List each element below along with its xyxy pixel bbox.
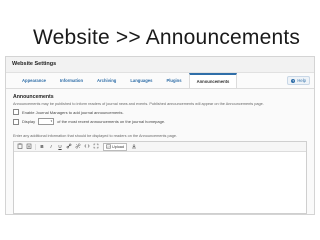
tab-languages[interactable]: Languages <box>123 73 159 88</box>
tab-announcements[interactable]: Announcements <box>188 73 238 88</box>
section-description: Announcements may be published to inform… <box>13 102 264 106</box>
website-settings-panel: Website Settings Appearance Information … <box>5 56 315 215</box>
fullscreen-icon[interactable] <box>92 143 100 150</box>
tab-information[interactable]: Information <box>53 73 90 88</box>
toolbar-divider <box>35 143 36 150</box>
tab-archiving[interactable]: Archiving <box>90 73 123 88</box>
image-icon <box>106 144 111 149</box>
upload-button[interactable]: Upload <box>103 142 128 151</box>
announcements-content: Announcements Announcements may be publi… <box>6 89 314 214</box>
underline-button[interactable]: U <box>56 143 64 150</box>
display-count-input[interactable]: ▾ <box>38 118 55 125</box>
panel-header: Website Settings <box>6 57 314 73</box>
display-suffix-label: of the most recent announcements on the … <box>57 119 166 124</box>
help-button[interactable]: ? Help <box>287 76 310 85</box>
enable-announcements-label: Enable Journal Managers to add journal a… <box>22 109 124 115</box>
enable-announcements-row: Enable Journal Managers to add journal a… <box>13 109 307 115</box>
rich-text-editor[interactable]: B I U Upload <box>13 141 307 214</box>
link-icon[interactable] <box>65 143 73 150</box>
additional-info-prompt: Enter any additional information that sh… <box>13 134 178 138</box>
help-label: Help <box>297 78 306 83</box>
tab-appearance[interactable]: Appearance <box>15 73 53 88</box>
display-count-row: Display ▾ of the most recent announcemen… <box>13 118 307 125</box>
clipboard-icon[interactable] <box>16 143 24 150</box>
unlink-icon[interactable] <box>74 143 82 150</box>
enable-announcements-checkbox[interactable] <box>13 109 19 115</box>
display-count-checkbox[interactable] <box>13 118 19 125</box>
help-icon: ? <box>291 78 296 83</box>
tab-plugins[interactable]: Plugins <box>159 73 188 88</box>
download-icon[interactable] <box>130 143 138 150</box>
slide-title: Website >> Announcements <box>33 26 301 49</box>
italic-button[interactable]: I <box>47 143 55 150</box>
bold-button[interactable]: B <box>38 143 46 150</box>
section-title: Announcements <box>13 94 54 100</box>
editor-toolbar: B I U Upload <box>14 142 306 152</box>
paste-text-icon[interactable] <box>25 143 33 150</box>
settings-tabs: Appearance Information Archiving Languag… <box>6 73 314 89</box>
upload-label: Upload <box>112 144 125 149</box>
code-icon[interactable] <box>83 143 91 150</box>
display-prefix-label: Display <box>22 119 36 124</box>
